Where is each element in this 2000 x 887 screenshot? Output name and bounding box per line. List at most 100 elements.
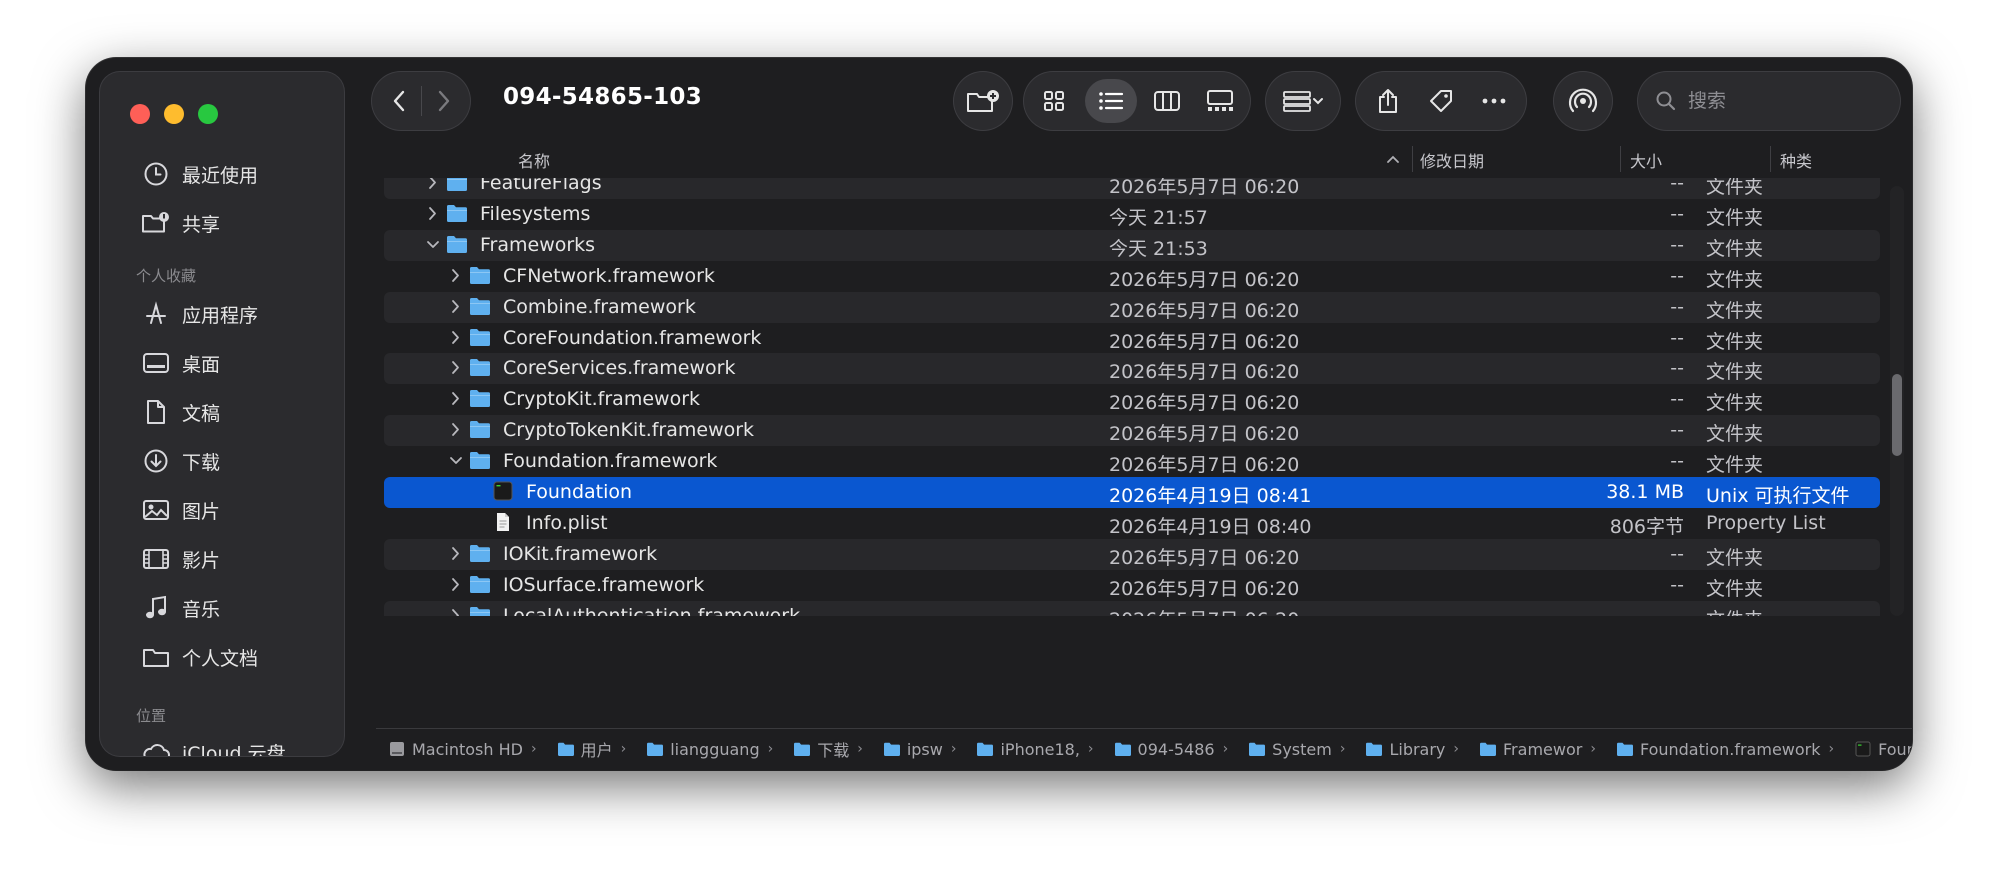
table-row[interactable]: IOSurface.framework 2026年5月7日 06:20 -- 文件夹 — [384, 570, 1880, 601]
sidebar-item-shared[interactable]: 共享 — [140, 203, 220, 243]
disclosure-collapsed-icon[interactable] — [449, 329, 463, 347]
airdrop-button[interactable] — [1554, 72, 1612, 130]
table-row[interactable]: Combine.framework 2026年5月7日 06:20 -- 文件夹 — [384, 292, 1880, 323]
grid-view-button[interactable] — [1032, 79, 1076, 123]
file-name: FeatureFlags — [480, 178, 602, 194]
column-kind-header[interactable]: 种类 — [1780, 148, 1812, 172]
table-row[interactable]: CryptoTokenKit.framework 2026年5月7日 06:20 -… — [384, 415, 1880, 446]
breadcrumb-item[interactable]: Macintosh HD › — [376, 740, 537, 759]
disclosure-expanded-icon[interactable] — [426, 236, 440, 254]
search-field[interactable] — [1638, 72, 1900, 130]
disclosure-collapsed-icon[interactable] — [426, 205, 440, 223]
sidebar-item-desktop[interactable]: 桌面 — [140, 343, 220, 383]
exec-icon — [1855, 741, 1871, 757]
table-row[interactable]: Foundation 2026年4月19日 08:41 38.1 MB Unix 可执… — [384, 477, 1880, 508]
breadcrumb-item[interactable]: Framewor › — [1467, 740, 1596, 759]
sidebar-item-applications[interactable]: 应用程序 — [140, 294, 258, 334]
file-size: -- — [1670, 296, 1684, 318]
more-button[interactable] — [1472, 79, 1516, 123]
disclosure-collapsed-icon[interactable] — [449, 267, 463, 285]
disclosure-collapsed-icon[interactable] — [449, 298, 463, 316]
table-row[interactable]: CoreServices.framework 2026年5月7日 06:20 -- 文… — [384, 353, 1880, 384]
disclosure-expanded-icon[interactable] — [449, 452, 463, 470]
back-button[interactable] — [377, 79, 421, 123]
table-row[interactable]: Frameworks 今天 21:53 -- 文件夹 — [384, 230, 1880, 261]
file-kind: 文件夹 — [1706, 207, 1764, 229]
list-scroll-thumb[interactable] — [1892, 374, 1902, 456]
file-kind: 文件夹 — [1706, 454, 1764, 476]
list-view-button[interactable] — [1084, 79, 1137, 123]
sidebar-item-music[interactable]: 音乐 — [140, 588, 220, 628]
file-name: IOSurface.framework — [503, 574, 705, 596]
breadcrumb-item[interactable]: ipsw › — [871, 740, 956, 759]
disclosure-collapsed-icon[interactable] — [449, 359, 463, 377]
table-row[interactable]: Filesystems 今天 21:57 -- 文件夹 — [384, 199, 1880, 230]
breadcrumb-item[interactable]: Foundation.framework › — [1604, 740, 1834, 759]
file-date: 2026年5月7日 06:20 — [1109, 361, 1300, 383]
new-folder-button[interactable] — [954, 72, 1012, 130]
share-button[interactable] — [1366, 79, 1410, 123]
breadcrumb-label: 094-5486 — [1137, 739, 1215, 759]
file-date: 2026年4月19日 08:40 — [1109, 516, 1312, 538]
tag-button[interactable] — [1419, 79, 1463, 123]
column-header: 名称 修改日期 大小 种类 — [376, 140, 1896, 178]
sidebar-item-label: 影片 — [182, 549, 221, 572]
disclosure-collapsed-icon[interactable] — [449, 545, 463, 563]
disclosure-collapsed-icon[interactable] — [449, 421, 463, 439]
disclosure-collapsed-icon[interactable] — [449, 390, 463, 408]
sidebar-item-label: 下载 — [182, 451, 221, 474]
breadcrumb-item[interactable]: System › — [1236, 740, 1345, 759]
breadcrumb-item[interactable]: iPhone18, › — [964, 740, 1094, 759]
sidebar-item-label: 个人文档 — [182, 647, 259, 670]
disclosure-collapsed-icon[interactable] — [426, 178, 440, 192]
file-size: -- — [1670, 543, 1684, 565]
file-kind: 文件夹 — [1706, 331, 1764, 353]
group-by-button[interactable] — [1266, 72, 1340, 130]
breadcrumb-item[interactable]: Foundation — [1842, 740, 1912, 759]
table-row[interactable]: IOKit.framework 2026年5月7日 06:20 -- 文件夹 — [384, 539, 1880, 570]
breadcrumb-item[interactable]: 用户 › — [545, 737, 626, 761]
column-size-header[interactable]: 大小 — [1630, 148, 1662, 172]
breadcrumb-item[interactable]: Library › — [1353, 740, 1459, 759]
sidebar-item-movies[interactable]: 影片 — [140, 539, 220, 579]
folder-icon — [470, 267, 490, 284]
table-row[interactable]: CoreFoundation.framework 2026年5月7日 06:20 -… — [384, 323, 1880, 354]
sidebar-item-downloads[interactable]: 下载 — [140, 441, 220, 481]
table-row[interactable]: Info.plist 2026年4月19日 08:40 806字节 Property … — [384, 508, 1880, 539]
disclosure-collapsed-icon[interactable] — [449, 576, 463, 594]
breadcrumb-item[interactable]: 094-5486 › — [1102, 739, 1228, 759]
zoom-window-button[interactable] — [198, 104, 218, 124]
sidebar-item-home-docs[interactable]: 个人文档 — [140, 637, 258, 677]
column-name-header[interactable]: 名称 — [518, 148, 550, 172]
gallery-view-button[interactable] — [1198, 79, 1242, 123]
table-row[interactable]: CryptoKit.framework 2026年5月7日 06:20 -- 文件夹 — [384, 384, 1880, 415]
folder-icon — [447, 236, 467, 253]
file-kind: Property List — [1706, 512, 1826, 534]
column-divider[interactable] — [1770, 146, 1771, 172]
column-view-button[interactable] — [1145, 79, 1189, 123]
sidebar-item-recents[interactable]: 最近使用 — [140, 154, 258, 194]
disclosure-collapsed-icon[interactable] — [449, 607, 463, 616]
close-window-button[interactable] — [130, 104, 150, 124]
table-row[interactable]: CFNetwork.framework 2026年5月7日 06:20 -- 文件夹 — [384, 261, 1880, 292]
file-date: 今天 21:57 — [1109, 207, 1208, 229]
sidebar-item-pictures[interactable]: 图片 — [140, 490, 220, 530]
minimize-window-button[interactable] — [164, 104, 184, 124]
breadcrumb-item[interactable]: liangguang › — [634, 740, 773, 759]
column-divider[interactable] — [1412, 146, 1413, 172]
file-size: -- — [1670, 419, 1684, 441]
column-divider[interactable] — [1620, 146, 1621, 172]
sidebar-item-icloud[interactable]: iCloud 云盘 — [140, 732, 286, 756]
breadcrumb-item[interactable]: 下载 › — [781, 737, 863, 761]
list-view-icon — [1098, 92, 1123, 110]
view-mode-group — [1024, 72, 1250, 130]
folder-icon — [470, 545, 490, 562]
table-row[interactable]: LocalAuthentication.framework 2026年5月7日 0… — [384, 601, 1880, 616]
column-date-header[interactable]: 修改日期 — [1420, 148, 1484, 172]
search-input[interactable] — [1686, 89, 1870, 113]
sidebar-item-documents[interactable]: 文稿 — [140, 392, 220, 432]
forward-button[interactable] — [422, 79, 466, 123]
table-row[interactable]: Foundation.framework 2026年5月7日 06:20 -- 文件夹 — [384, 446, 1880, 477]
breadcrumb-label: Library — [1389, 739, 1446, 759]
table-row[interactable]: FeatureFlags 2026年5月7日 06:20 -- 文件夹 — [384, 178, 1880, 199]
